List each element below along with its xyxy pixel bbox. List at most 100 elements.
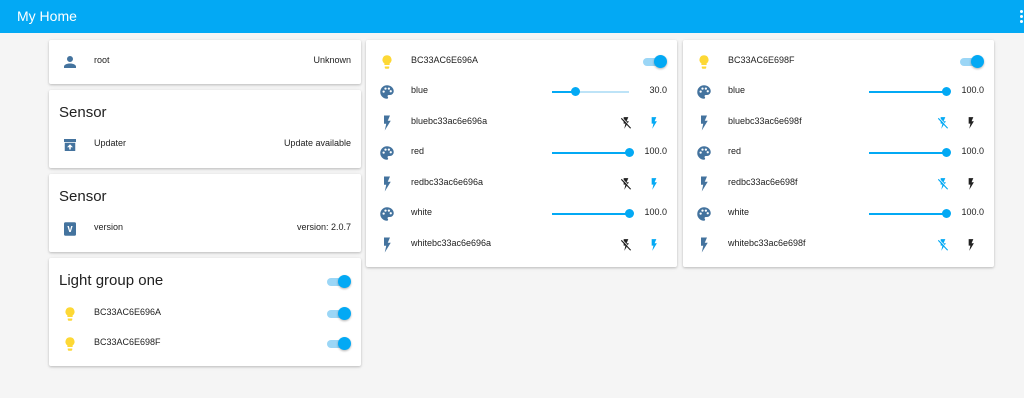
palette-icon	[695, 144, 713, 162]
card-title: Sensor	[59, 104, 107, 121]
entity-row-switch[interactable]: bluebc33ac6e698f	[683, 108, 994, 138]
entity-name: bluebc33ac6e696a	[411, 115, 488, 126]
value-slider[interactable]	[552, 148, 634, 158]
value-slider[interactable]	[869, 209, 951, 219]
entity-row-switch[interactable]: redbc33ac6e696a	[366, 169, 677, 199]
slider-value: 30.0	[649, 85, 667, 95]
flash-icon[interactable]	[646, 236, 662, 254]
entity-row-switch[interactable]: redbc33ac6e698f	[683, 169, 994, 199]
entity-name: BC33AC6E698F	[94, 337, 161, 347]
package-up-icon	[61, 136, 79, 154]
entity-row-input-number[interactable]: white 100.0	[683, 199, 994, 229]
flash-off-icon[interactable]	[618, 114, 634, 132]
card-title: Light group one	[59, 272, 164, 289]
entity-row-light[interactable]: BC33AC6E698F	[49, 329, 361, 359]
entity-name: bluebc33ac6e698f	[728, 115, 802, 126]
slider-value: 100.0	[961, 85, 984, 95]
overflow-menu-icon[interactable]	[1020, 10, 1024, 24]
entity-row-input-number[interactable]: blue 100.0	[683, 77, 994, 107]
lightbulb-icon	[61, 335, 79, 353]
flash-off-icon[interactable]	[935, 236, 951, 254]
entity-name: redbc33ac6e698f	[728, 176, 798, 187]
flash-icon	[378, 236, 396, 254]
palette-icon	[378, 83, 396, 101]
slider-value: 100.0	[644, 146, 667, 156]
group-toggle[interactable]	[327, 275, 351, 289]
entity-name: whitebc33ac6e698f	[728, 237, 806, 248]
entity-row-light[interactable]: BC33AC6E696A	[366, 47, 677, 77]
entity-state: version: 2.0.7	[296, 222, 351, 232]
light-toggle[interactable]	[960, 55, 984, 69]
value-slider[interactable]	[869, 148, 951, 158]
flash-icon[interactable]	[963, 175, 979, 193]
app-title: My Home	[17, 8, 77, 24]
entity-row-input-number[interactable]: red 100.0	[683, 138, 994, 168]
entity-name: root	[94, 55, 110, 65]
light-toggle[interactable]	[643, 55, 667, 69]
entity-name: whitebc33ac6e696a	[411, 237, 492, 248]
palette-icon	[378, 144, 396, 162]
slider-value: 100.0	[961, 207, 984, 217]
entity-name: BC33AC6E698F	[728, 55, 795, 65]
value-slider[interactable]	[552, 209, 634, 219]
entity-name: Updater	[94, 138, 127, 148]
palette-icon	[695, 205, 713, 223]
device-card-698f: BC33AC6E698F blue 100.0 bluebc33ac6e698f red…	[683, 40, 994, 267]
palette-icon	[378, 205, 396, 223]
entity-row-switch[interactable]: whitebc33ac6e696a	[366, 230, 677, 260]
flash-off-icon[interactable]	[935, 175, 951, 193]
flash-icon[interactable]	[646, 114, 662, 132]
entity-row-switch[interactable]: bluebc33ac6e696a	[366, 108, 677, 138]
value-slider[interactable]	[869, 87, 951, 97]
entity-name: blue	[411, 85, 429, 95]
entity-row-version[interactable]: version version: 2.0.7	[49, 214, 361, 244]
account-icon	[61, 53, 79, 71]
entity-state: Unknown	[313, 55, 351, 65]
entity-name: red	[728, 146, 742, 156]
entity-row-light[interactable]: BC33AC6E696A	[49, 299, 361, 329]
entity-name: BC33AC6E696A	[411, 55, 479, 65]
light-toggle[interactable]	[327, 307, 351, 321]
flash-icon[interactable]	[963, 236, 979, 254]
entity-state: Update available	[283, 138, 351, 148]
value-slider[interactable]	[552, 87, 629, 97]
entity-row-input-number[interactable]: white 100.0	[366, 199, 677, 229]
flash-off-icon[interactable]	[618, 236, 634, 254]
entity-row-root[interactable]: root Unknown	[49, 47, 361, 77]
device-card-696a: BC33AC6E696A blue 30.0 bluebc33ac6e696a red 1…	[366, 40, 677, 267]
entity-row-switch[interactable]: whitebc33ac6e698f	[683, 230, 994, 260]
sensor-version-card: Sensor version version: 2.0.7	[49, 174, 361, 252]
entity-name: white	[728, 207, 750, 217]
slider-value: 100.0	[961, 146, 984, 156]
sensor-updater-card: Sensor Updater Update available	[49, 90, 361, 168]
entity-name: redbc33ac6e696a	[411, 176, 484, 187]
light-toggle[interactable]	[327, 337, 351, 351]
lightbulb-icon	[378, 53, 396, 71]
slider-value: 100.0	[644, 207, 667, 217]
flash-off-icon[interactable]	[935, 114, 951, 132]
flash-icon	[378, 114, 396, 132]
entity-row-input-number[interactable]: blue 30.0	[366, 77, 677, 107]
entity-row-light[interactable]: BC33AC6E698F	[683, 47, 994, 77]
lightbulb-icon	[61, 305, 79, 323]
entity-name: BC33AC6E696A	[94, 307, 162, 317]
flash-off-icon[interactable]	[618, 175, 634, 193]
flash-icon[interactable]	[646, 175, 662, 193]
flash-icon	[378, 175, 396, 193]
entity-row-updater[interactable]: Updater Update available	[49, 130, 361, 160]
version-icon	[61, 220, 79, 238]
flash-icon	[695, 114, 713, 132]
entity-name: blue	[728, 85, 746, 95]
lightbulb-icon	[695, 53, 713, 71]
user-card: root Unknown	[49, 40, 361, 84]
flash-icon[interactable]	[963, 114, 979, 132]
entity-name: red	[411, 146, 425, 156]
entity-name: version	[94, 222, 124, 232]
flash-icon	[695, 175, 713, 193]
flash-icon	[695, 236, 713, 254]
light-group-card: Light group one BC33AC6E696A BC33AC6E698…	[49, 258, 361, 366]
entity-name: white	[411, 207, 433, 217]
card-title: Sensor	[59, 188, 107, 205]
app-toolbar: My Home	[0, 0, 1024, 33]
entity-row-input-number[interactable]: red 100.0	[366, 138, 677, 168]
